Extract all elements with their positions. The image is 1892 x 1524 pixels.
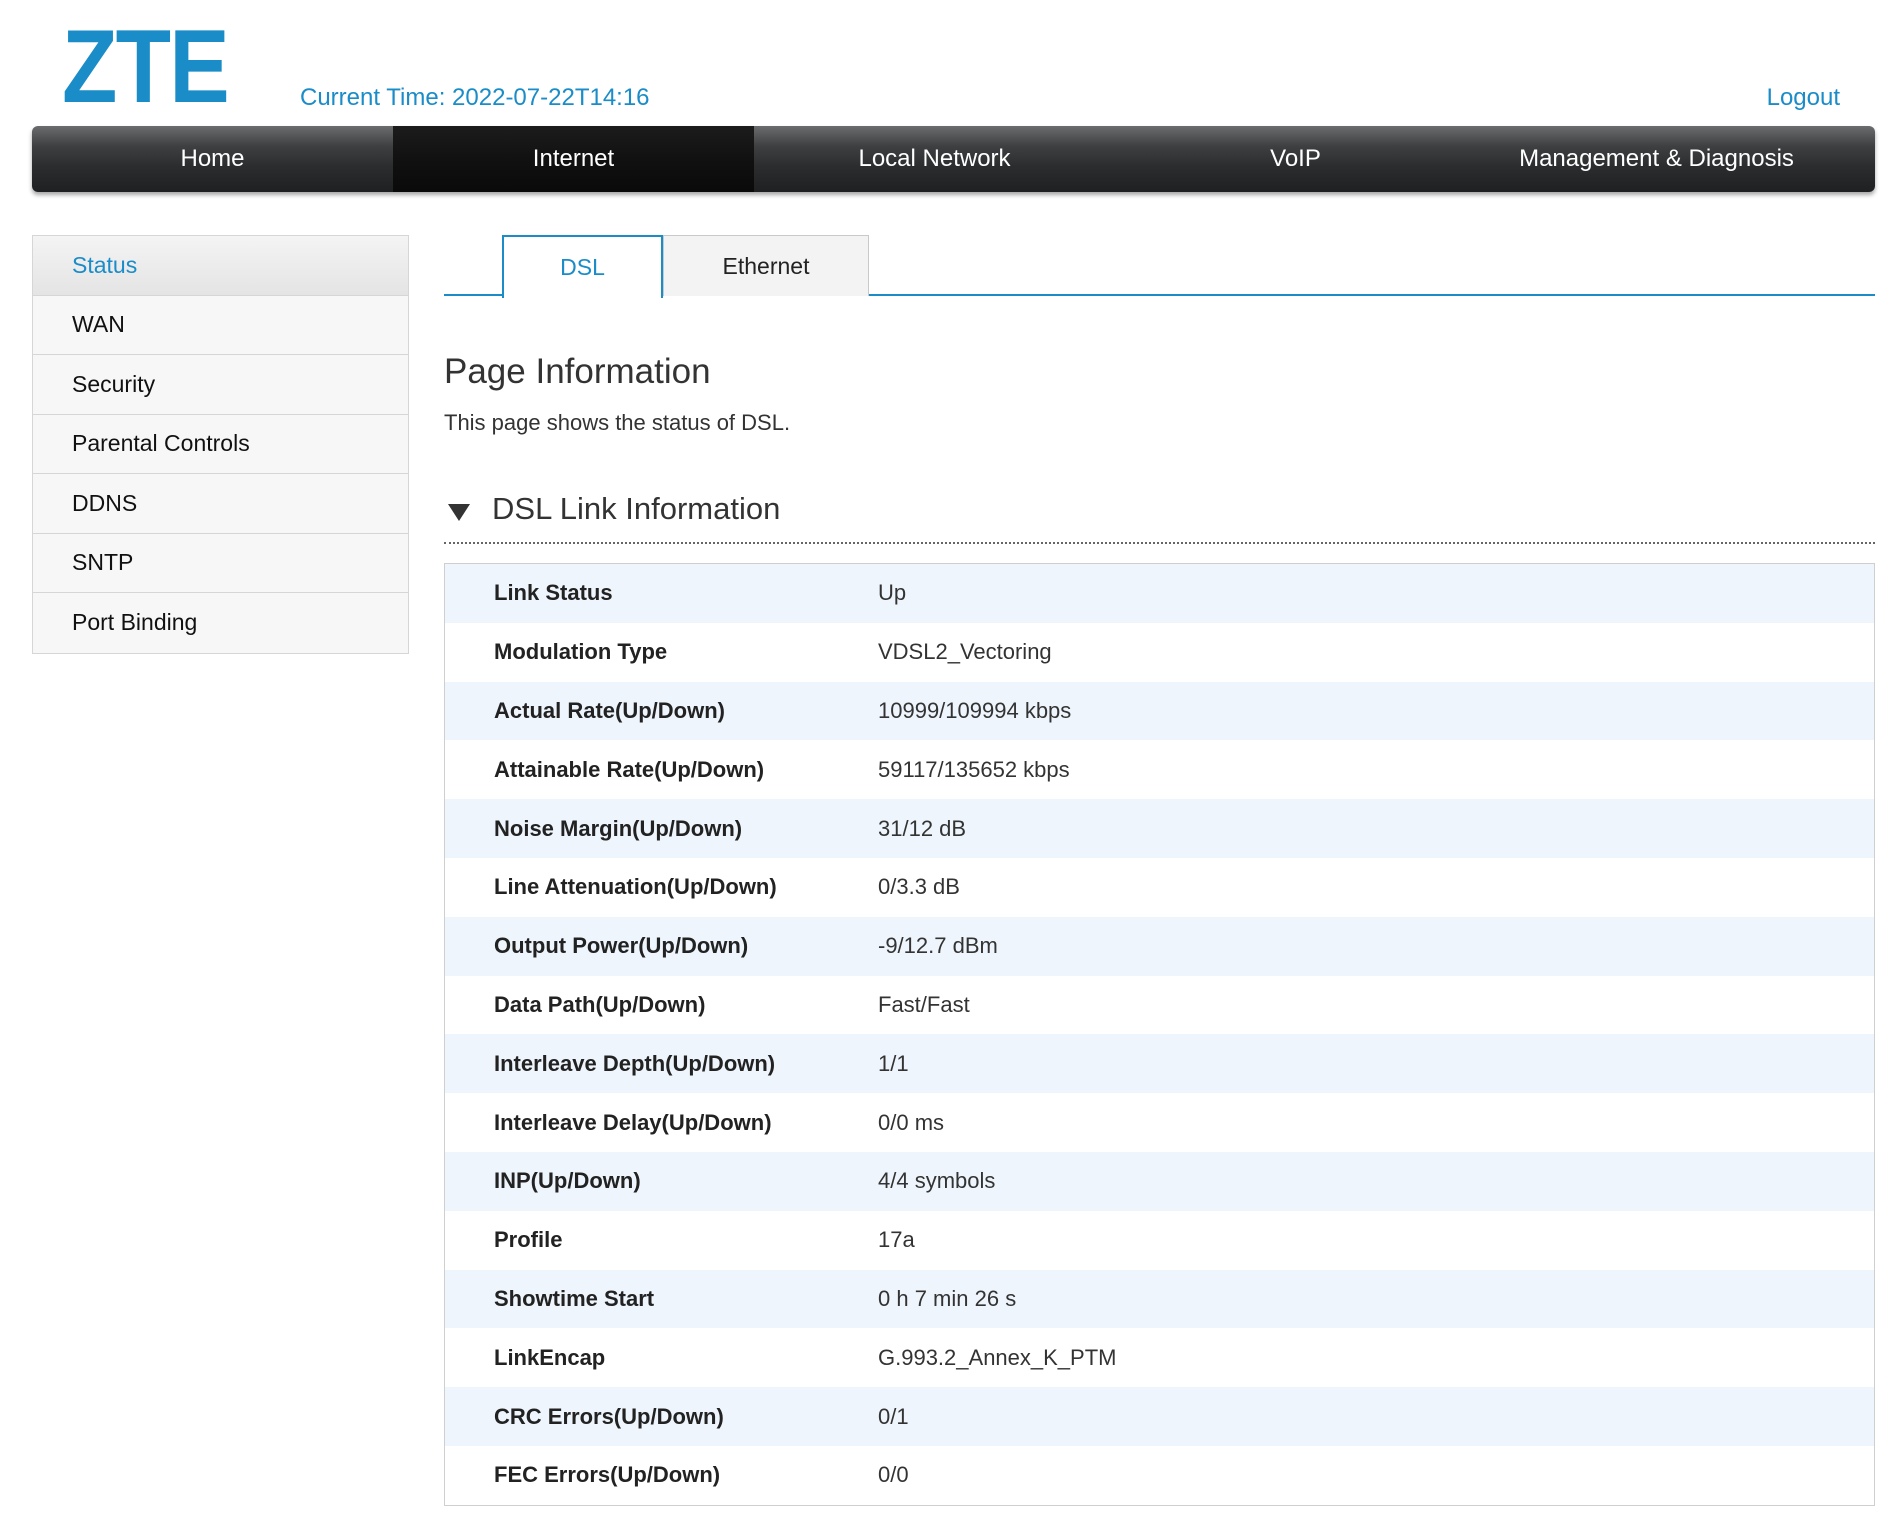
row-label: Noise Margin(Up/Down)	[494, 815, 743, 841]
nav-local-network[interactable]: Local Network	[754, 126, 1115, 192]
collapse-triangle-icon[interactable]	[448, 504, 470, 521]
table-row: Noise Margin(Up/Down) 31/12 dB	[445, 799, 1874, 858]
sidebar: Status WAN Security Parental Controls DD…	[32, 235, 409, 654]
section-title[interactable]: DSL Link Information	[492, 491, 780, 527]
sidebar-item-sntp[interactable]: SNTP	[33, 533, 408, 593]
row-label: Showtime Start	[494, 1285, 655, 1311]
table-row: Line Attenuation(Up/Down) 0/3.3 dB	[445, 857, 1874, 917]
table-row: Actual Rate(Up/Down) 10999/109994 kbps	[445, 681, 1874, 741]
row-label: Attainable Rate(Up/Down)	[494, 756, 765, 782]
header: ZTE Current Time: 2022-07-22T14:16 Logou…	[0, 0, 1892, 126]
tab-ethernet[interactable]: Ethernet	[663, 235, 869, 296]
row-value: 10999/109994 kbps	[878, 697, 1072, 723]
page-title: Page Information	[444, 352, 711, 391]
nav-home[interactable]: Home	[32, 126, 393, 192]
table-row: Profile 17a	[445, 1210, 1874, 1270]
zte-logo-graphic: ZTE	[62, 9, 230, 125]
row-label: Link Status	[494, 580, 613, 606]
row-value: 59117/135652 kbps	[878, 756, 1070, 782]
sidebar-item-parental-controls[interactable]: Parental Controls	[33, 414, 408, 474]
row-label: Modulation Type	[494, 639, 668, 665]
sidebar-item-status[interactable]: Status	[33, 236, 408, 296]
sidebar-item-security[interactable]: Security	[33, 355, 408, 415]
table-row: Interleave Depth(Up/Down) 1/1	[445, 1034, 1874, 1094]
row-label: Profile	[494, 1227, 563, 1253]
page-description: This page shows the status of DSL.	[444, 410, 791, 435]
section-header[interactable]: DSL Link Information	[444, 488, 1875, 544]
current-time: Current Time: 2022-07-22T14:16	[300, 84, 650, 112]
row-label: INP(Up/Down)	[494, 1168, 641, 1194]
row-value: 1/1	[878, 1050, 909, 1076]
row-value: 4/4 symbols	[878, 1168, 996, 1194]
table-row: Output Power(Up/Down) -9/12.7 dBm	[445, 916, 1874, 976]
row-label: LinkEncap	[494, 1344, 606, 1370]
tab-dsl[interactable]: DSL	[502, 235, 663, 298]
zte-logo: ZTE	[62, 9, 230, 125]
table-row: FEC Errors(Up/Down) 0/0	[445, 1445, 1874, 1505]
row-label: Data Path(Up/Down)	[494, 991, 706, 1017]
table-row: Interleave Delay(Up/Down) 0/0 ms	[445, 1093, 1874, 1152]
table-row: Attainable Rate(Up/Down) 59117/135652 kbp…	[445, 740, 1874, 800]
row-value: 31/12 dB	[878, 815, 967, 841]
row-value: 0/3.3 dB	[878, 874, 960, 900]
nav-internet[interactable]: Internet	[393, 126, 754, 192]
dsl-info-table: Link Status Up Modulation Type VDSL2_Vecto…	[444, 563, 1875, 1506]
nav-management-diagnosis[interactable]: Management & Diagnosis	[1476, 126, 1837, 192]
table-row: LinkEncap G.993.2_Annex_K_PTM	[445, 1328, 1874, 1388]
tab-bar: DSL Ethernet	[444, 235, 1875, 298]
row-value: Up	[878, 580, 907, 606]
row-value: -9/12.7 dBm	[878, 933, 998, 959]
row-label: FEC Errors(Up/Down)	[494, 1462, 721, 1488]
sidebar-item-ddns[interactable]: DDNS	[33, 474, 408, 534]
current-time-value: 2022-07-22T14:16	[452, 84, 650, 111]
row-value: 0 h 7 min 26 s	[878, 1285, 1017, 1311]
row-value: 17a	[878, 1227, 915, 1253]
nav-voip[interactable]: VoIP	[1115, 126, 1476, 192]
table-row: Modulation Type VDSL2_Vectoring	[445, 622, 1874, 682]
row-label: Interleave Depth(Up/Down)	[494, 1050, 776, 1076]
table-row: Data Path(Up/Down) Fast/Fast	[445, 975, 1874, 1035]
table-row: CRC Errors(Up/Down) 0/1	[445, 1387, 1874, 1446]
sidebar-item-wan[interactable]: WAN	[33, 295, 408, 355]
row-value: 0/0	[878, 1462, 909, 1488]
row-label: CRC Errors(Up/Down)	[494, 1403, 724, 1429]
row-value: Fast/Fast	[878, 991, 970, 1017]
row-value: G.993.2_Annex_K_PTM	[878, 1344, 1117, 1370]
row-label: Actual Rate(Up/Down)	[494, 697, 725, 723]
row-value: 0/1	[878, 1403, 909, 1429]
row-label: Output Power(Up/Down)	[494, 933, 749, 959]
main-nav: Home Internet Local Network VoIP Managem…	[32, 126, 1875, 192]
current-time-label: Current Time:	[300, 84, 446, 111]
svg-text:ZTE: ZTE	[62, 24, 228, 106]
row-label: Line Attenuation(Up/Down)	[494, 874, 777, 900]
table-row: INP(Up/Down) 4/4 symbols	[445, 1151, 1874, 1211]
logout-link[interactable]: Logout	[1767, 84, 1840, 112]
row-label: Interleave Delay(Up/Down)	[494, 1109, 772, 1135]
row-value: VDSL2_Vectoring	[878, 639, 1052, 665]
table-row: Showtime Start 0 h 7 min 26 s	[445, 1269, 1874, 1329]
table-row: Link Status Up	[445, 564, 1874, 623]
sidebar-item-port-binding[interactable]: Port Binding	[33, 593, 408, 653]
row-value: 0/0 ms	[878, 1109, 945, 1135]
